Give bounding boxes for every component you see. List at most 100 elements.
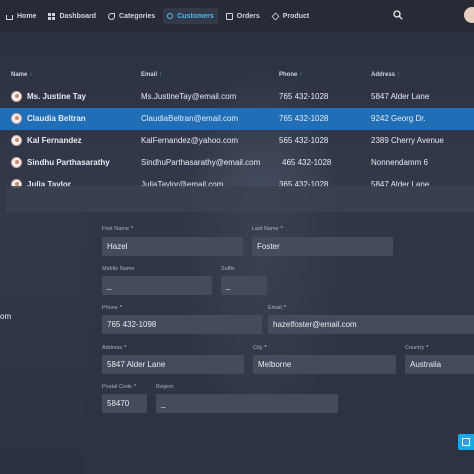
side-panel-text: om [0,312,12,321]
city-field[interactable]: Melborne [253,355,396,374]
postal-code-field[interactable]: 58470 [102,394,147,413]
table-row[interactable]: Sindhu Parthasarathy SindhuParthasarathy… [0,152,474,174]
avatar [11,91,22,102]
address-label: Address * [102,345,126,351]
email-field[interactable]: hazelfoster@email.com [268,315,474,334]
email-label-text: Email [268,305,282,311]
middle-name-label: Middle Name [102,266,134,272]
city-label: City * [253,345,267,351]
product-icon [271,12,280,20]
customers-table: Name ↑ Email ↑ Phone ↑ Address ↑ Ms. Jus… [0,64,474,188]
cell-email: Ms.JustineTay@email.com [141,92,237,101]
cell-name: Claudia Beltran [27,114,86,123]
table-footer-band [6,186,474,212]
nav-orders-label: Orders [236,12,260,20]
cell-email: KalFernandez@yahoo.com [141,136,239,145]
suffix-field[interactable]: _ [221,276,267,295]
table-row[interactable]: Kal Fernandez KalFernandez@yahoo.com 565… [0,130,474,152]
nav-product[interactable]: Product [268,8,313,24]
suffix-label-text: Suffix [221,266,235,272]
last-name-label-text: Last Name [252,226,279,232]
cell-phone: 765 432-1028 [279,92,329,101]
postal-code-label-text: Postal Code [102,384,132,390]
address-field[interactable]: 5847 Alder Lane [102,355,244,374]
required-mark: * [133,384,137,390]
nav-home[interactable]: Home [2,8,40,24]
cell-address: 2389 Cherry Avenue [371,136,444,145]
region-label: Region [156,384,173,390]
orders-icon [225,12,233,20]
home-icon [6,14,13,20]
column-header-email[interactable]: Email ↑ [141,72,162,78]
search-icon[interactable] [393,10,403,20]
country-label: Country * [405,345,428,351]
cell-name: Sindhu Parthasarathy [27,158,110,167]
nav-product-label: Product [282,12,310,20]
column-header-address[interactable]: Address ↑ [371,72,400,78]
sort-arrow-icon: ↑ [397,72,401,78]
required-mark: * [119,305,123,311]
column-header-name[interactable]: Name ↑ [11,72,32,78]
table-row-selected[interactable]: Claudia Beltran ClaudiaBeltran@email.com… [0,108,474,130]
column-header-phone[interactable]: Phone ↑ [279,72,302,78]
cell-address: Nonnendamm 6 [371,158,428,167]
nav-home-label: Home [17,12,37,20]
nav-orders[interactable]: Orders [222,8,264,24]
country-select[interactable]: Australia [405,355,474,374]
email-label: Email * [268,305,286,311]
user-avatar[interactable] [464,7,474,23]
cell-phone: 465 432-1028 [282,158,332,167]
first-name-label-text: First Name [102,226,129,232]
region-label-text: Region [156,384,174,390]
column-header-phone-label: Phone [279,72,298,78]
column-header-name-label: Name [11,72,28,78]
middle-name-label-text: Middle Name [102,266,135,272]
cell-address: 5847 Alder Lane [371,92,430,101]
avatar [11,157,22,168]
first-name-field[interactable]: Hazel [102,237,243,256]
middle-name-field[interactable]: _ [102,276,212,295]
nav-customers-label: Customers [177,12,214,20]
required-mark: * [280,226,283,232]
sort-arrow-icon: ↑ [299,72,303,78]
phone-label-text: Phone [102,305,118,311]
cell-phone: 565 432-1028 [279,136,329,145]
required-mark: * [283,305,286,311]
postal-code-label: Postal Code * [102,384,136,390]
nav-categories-label: Categories [119,12,156,20]
column-header-address-label: Address [371,72,396,78]
avatar [11,135,22,146]
suffix-label: Suffix [221,266,235,272]
table-header: Name ↑ Email ↑ Phone ↑ Address ↑ [0,64,474,86]
categories-icon [108,12,116,20]
cell-phone: 765 432-1028 [279,114,329,123]
sort-arrow-icon: ↑ [29,72,33,78]
save-button[interactable] [458,434,474,450]
customers-icon [167,13,174,19]
cell-name: Ms. Justine Tay [27,92,86,101]
first-name-label: First Name * [102,226,133,232]
column-header-email-label: Email [141,72,158,78]
nav-customers[interactable]: Customers [163,8,218,24]
city-label-text: City [253,345,263,351]
table-row[interactable]: Ms. Justine Tay Ms.JustineTay@email.com … [0,86,474,108]
nav-categories[interactable]: Categories [104,8,159,24]
nav-dashboard[interactable]: Dashboard [44,8,100,24]
region-field[interactable]: _ [156,394,338,413]
last-name-field[interactable]: Foster [252,237,393,256]
required-mark: * [426,345,429,351]
cell-address: 9242 Georg Dr. [371,114,426,123]
sort-arrow-icon: ↑ [159,72,163,78]
dashboard-icon [48,12,56,20]
phone-label: Phone * [102,305,122,311]
cell-name: Kal Fernandez [27,136,82,145]
country-label-text: Country [405,345,425,351]
address-label-text: Address [102,345,123,351]
required-mark: * [130,226,134,232]
nav-dashboard-label: Dashboard [59,12,97,20]
cell-email: SindhuParthasarathy@email.com [141,158,261,167]
phone-field[interactable]: 765 432-1098 [102,315,262,334]
required-mark: * [264,345,267,351]
cell-email: ClaudiaBeltran@email.com [141,114,239,123]
required-mark: * [124,345,127,351]
